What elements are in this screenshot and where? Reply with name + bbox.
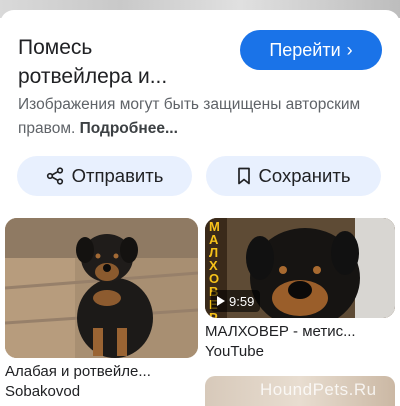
related-card-caption: Алабая и ротвейле... — [5, 363, 151, 380]
bookmark-icon — [237, 167, 251, 185]
copyright-notice-text: Изображения могут быть защищены авторски… — [18, 96, 361, 137]
save-button[interactable]: Сохранить — [206, 156, 381, 196]
image-watermark: HoundPets.Ru — [260, 380, 377, 399]
related-video-card[interactable]: МАЛХОВЕР 9:59 МАЛХОВЕР - метис... YouTub… — [205, 218, 395, 362]
share-icon — [46, 167, 64, 185]
chevron-right-icon: › — [346, 39, 353, 60]
related-video-thumbnail[interactable]: МАЛХОВЕР 9:59 — [205, 218, 395, 318]
related-card-source: Sobakovod — [5, 383, 81, 400]
related-video-caption: МАЛХОВЕР - метис... — [205, 323, 356, 340]
result-title: Помесь ротвейлера и... — [18, 36, 168, 88]
copyright-notice: Изображения могут быть защищены авторски… — [18, 93, 378, 141]
share-button-label: Отправить — [71, 165, 164, 186]
share-button[interactable]: Отправить — [17, 156, 192, 196]
video-duration: 9:59 — [229, 293, 255, 309]
related-card[interactable]: Алабая и ротвейле... Sobakovod — [5, 218, 198, 402]
open-button[interactable]: Перейти › — [240, 30, 382, 70]
open-button-label: Перейти — [269, 39, 341, 60]
learn-more-link[interactable]: Подробнее... — [80, 120, 178, 137]
related-card-partial[interactable]: HoundPets.Ru — [205, 376, 395, 406]
video-duration-badge: 9:59 — [211, 290, 261, 312]
related-video-source: YouTube — [205, 343, 264, 360]
play-icon — [217, 294, 225, 309]
related-card-image[interactable] — [5, 218, 198, 358]
puppy-photo — [5, 218, 198, 358]
save-button-label: Сохранить — [258, 165, 351, 186]
